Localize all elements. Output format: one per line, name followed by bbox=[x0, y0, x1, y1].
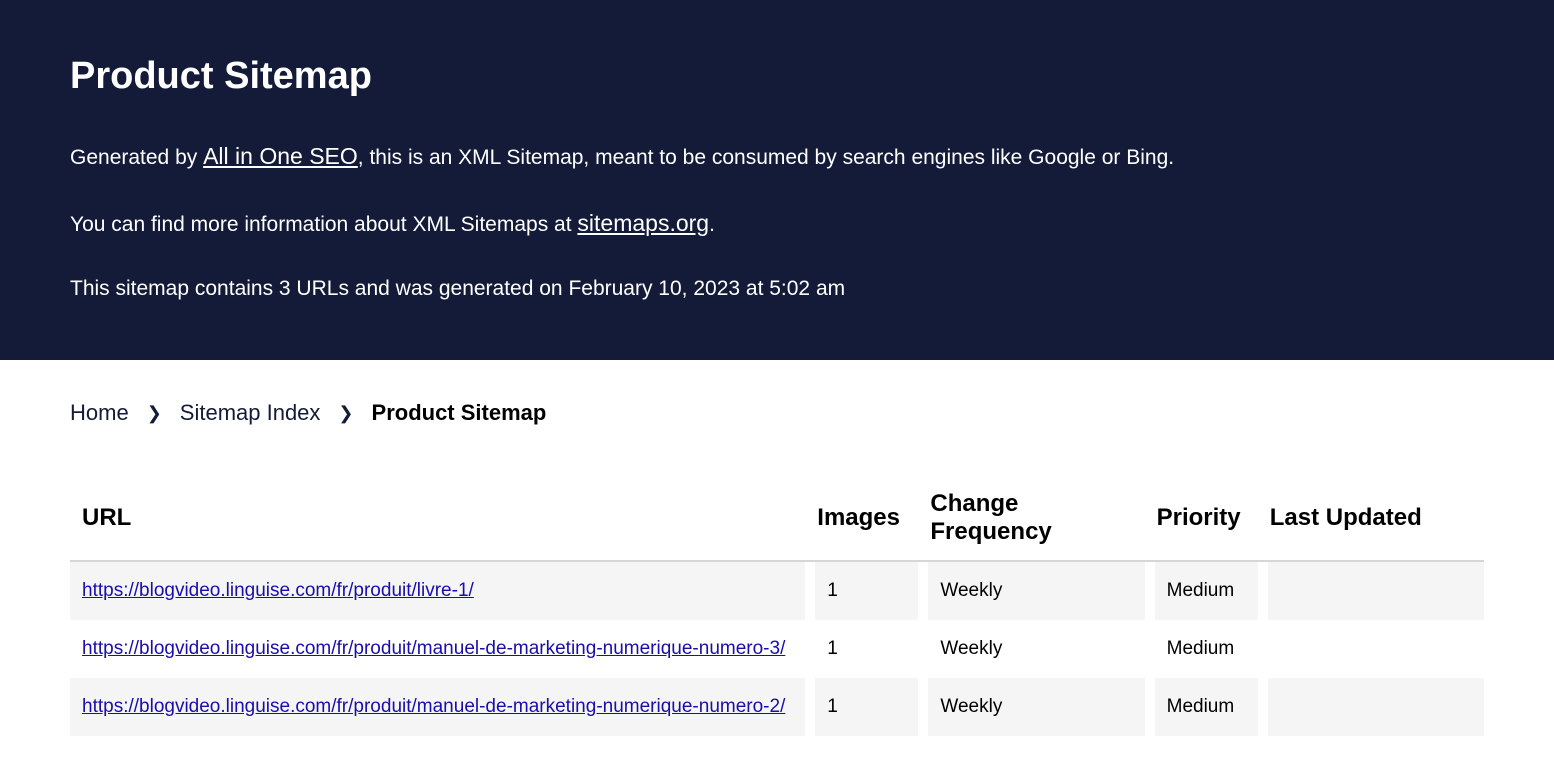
cell-last-updated bbox=[1258, 562, 1484, 620]
cell-priority: Medium bbox=[1145, 678, 1258, 736]
cell-change-frequency: Weekly bbox=[918, 620, 1144, 678]
breadcrumb-item-sitemap-index[interactable]: Sitemap Index bbox=[180, 400, 321, 426]
breadcrumb-item-home[interactable]: Home bbox=[70, 400, 129, 426]
page-header: Product Sitemap Generated by All in One … bbox=[0, 0, 1554, 360]
cell-priority: Medium bbox=[1145, 562, 1258, 620]
cell-last-updated bbox=[1258, 620, 1484, 678]
cell-images: 1 bbox=[805, 678, 918, 736]
header-line-1: Generated by All in One SEO, this is an … bbox=[70, 138, 1484, 175]
col-change-frequency: Change Frequency bbox=[918, 476, 1144, 562]
sitemap-table: URL Images Change Frequency Priority Las… bbox=[70, 476, 1484, 736]
cell-url: https://blogvideo.linguise.com/fr/produi… bbox=[70, 562, 805, 620]
url-link[interactable]: https://blogvideo.linguise.com/fr/produi… bbox=[82, 696, 785, 717]
sitemaps-org-link[interactable]: sitemaps.org bbox=[577, 210, 709, 236]
col-last-updated: Last Updated bbox=[1258, 476, 1484, 562]
cell-priority: Medium bbox=[1145, 620, 1258, 678]
header-line-2: You can find more information about XML … bbox=[70, 205, 1484, 242]
all-in-one-seo-link[interactable]: All in One SEO bbox=[203, 143, 358, 169]
header-line-2-prefix: You can find more information about XML … bbox=[70, 213, 577, 236]
chevron-right-icon: ❯ bbox=[338, 403, 353, 424]
breadcrumb-current: Product Sitemap bbox=[372, 400, 547, 426]
col-images: Images bbox=[805, 476, 918, 562]
header-line-1-prefix: Generated by bbox=[70, 146, 203, 169]
chevron-right-icon: ❯ bbox=[147, 403, 162, 424]
cell-images: 1 bbox=[805, 562, 918, 620]
table-header-row: URL Images Change Frequency Priority Las… bbox=[70, 476, 1484, 562]
cell-url: https://blogvideo.linguise.com/fr/produi… bbox=[70, 620, 805, 678]
col-url: URL bbox=[70, 476, 805, 562]
header-line-2-suffix: . bbox=[709, 213, 715, 236]
header-line-3: This sitemap contains 3 URLs and was gen… bbox=[70, 272, 1484, 306]
cell-images: 1 bbox=[805, 620, 918, 678]
url-link[interactable]: https://blogvideo.linguise.com/fr/produi… bbox=[82, 638, 785, 659]
table-row: https://blogvideo.linguise.com/fr/produi… bbox=[70, 678, 1484, 736]
col-priority: Priority bbox=[1145, 476, 1258, 562]
page-title: Product Sitemap bbox=[70, 55, 1484, 98]
cell-url: https://blogvideo.linguise.com/fr/produi… bbox=[70, 678, 805, 736]
page-content: Home ❯ Sitemap Index ❯ Product Sitemap U… bbox=[0, 360, 1554, 776]
cell-last-updated bbox=[1258, 678, 1484, 736]
cell-change-frequency: Weekly bbox=[918, 562, 1144, 620]
header-line-1-suffix: , this is an XML Sitemap, meant to be co… bbox=[358, 146, 1174, 169]
breadcrumb: Home ❯ Sitemap Index ❯ Product Sitemap bbox=[70, 400, 1484, 426]
table-row: https://blogvideo.linguise.com/fr/produi… bbox=[70, 620, 1484, 678]
cell-change-frequency: Weekly bbox=[918, 678, 1144, 736]
url-link[interactable]: https://blogvideo.linguise.com/fr/produi… bbox=[82, 580, 474, 601]
table-row: https://blogvideo.linguise.com/fr/produi… bbox=[70, 562, 1484, 620]
